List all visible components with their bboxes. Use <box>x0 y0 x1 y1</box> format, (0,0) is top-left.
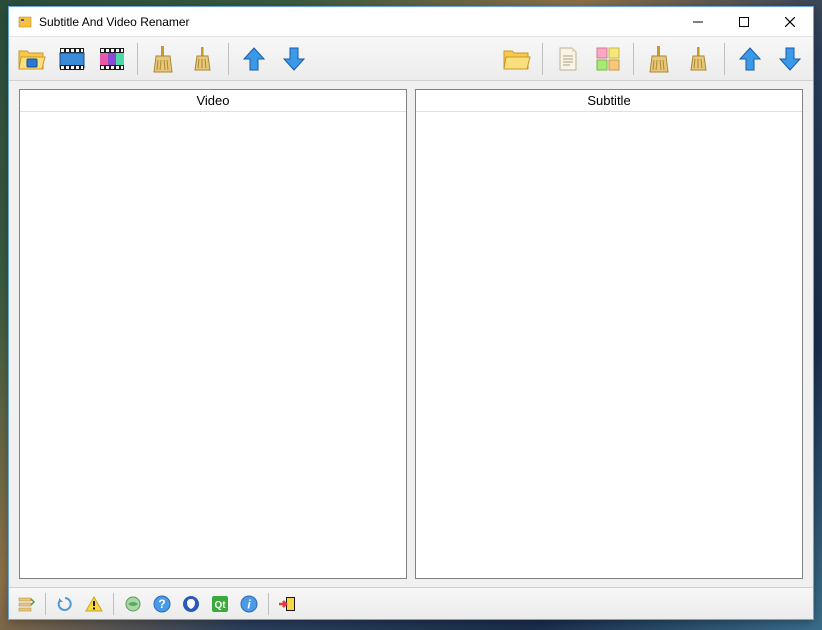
toolbar-separator <box>137 43 138 75</box>
bottom-separator <box>268 593 269 615</box>
open-subtitle-folder-button[interactable] <box>498 40 536 78</box>
add-subtitle-color-button[interactable] <box>589 40 627 78</box>
minimize-button[interactable] <box>675 7 721 36</box>
window-controls <box>675 7 813 36</box>
video-toolbar <box>13 40 313 78</box>
toolbar-separator <box>633 43 634 75</box>
add-video-color-button[interactable] <box>93 40 131 78</box>
exit-button[interactable] <box>275 591 301 617</box>
remove-video-button[interactable] <box>184 40 222 78</box>
window-title: Subtitle And Video Renamer <box>39 15 675 29</box>
app-window: Subtitle And Video Renamer <box>8 6 814 620</box>
toolbar-separator <box>542 43 543 75</box>
about-qt-button[interactable]: Qt <box>207 591 233 617</box>
svg-text:?: ? <box>158 597 165 611</box>
subtitle-move-down-button[interactable] <box>771 40 809 78</box>
titlebar: Subtitle And Video Renamer <box>9 7 813 37</box>
update-button[interactable] <box>120 591 146 617</box>
bottom-separator <box>45 593 46 615</box>
add-subtitle-file-button[interactable] <box>549 40 587 78</box>
subtitle-panel-header: Subtitle <box>416 90 802 112</box>
video-move-down-button[interactable] <box>275 40 313 78</box>
clear-video-button[interactable] <box>144 40 182 78</box>
app-icon <box>17 14 33 30</box>
open-video-folder-button[interactable] <box>13 40 51 78</box>
bottom-separator <box>113 593 114 615</box>
subtitle-toolbar <box>498 40 809 78</box>
video-list[interactable] <box>20 112 406 578</box>
about-button[interactable]: i <box>236 591 262 617</box>
help-button[interactable]: ? <box>149 591 175 617</box>
toolbar-separator <box>724 43 725 75</box>
warning-button[interactable] <box>81 591 107 617</box>
bottom-toolbar: ? Qt i <box>9 587 813 619</box>
subtitle-panel: Subtitle <box>415 89 803 579</box>
remove-subtitle-button[interactable] <box>680 40 718 78</box>
svg-text:Qt: Qt <box>214 600 226 611</box>
subtitle-list[interactable] <box>416 112 802 578</box>
refresh-button[interactable] <box>52 591 78 617</box>
main-content: Video Subtitle <box>9 81 813 587</box>
clear-subtitle-button[interactable] <box>640 40 678 78</box>
video-panel: Video <box>19 89 407 579</box>
maximize-button[interactable] <box>721 7 767 36</box>
close-button[interactable] <box>767 7 813 36</box>
add-video-button[interactable] <box>53 40 91 78</box>
top-toolbar <box>9 37 813 81</box>
toolbar-separator <box>228 43 229 75</box>
rename-button[interactable] <box>13 591 39 617</box>
subtitle-move-up-button[interactable] <box>731 40 769 78</box>
video-move-up-button[interactable] <box>235 40 273 78</box>
donate-button[interactable] <box>178 591 204 617</box>
video-panel-header: Video <box>20 90 406 112</box>
